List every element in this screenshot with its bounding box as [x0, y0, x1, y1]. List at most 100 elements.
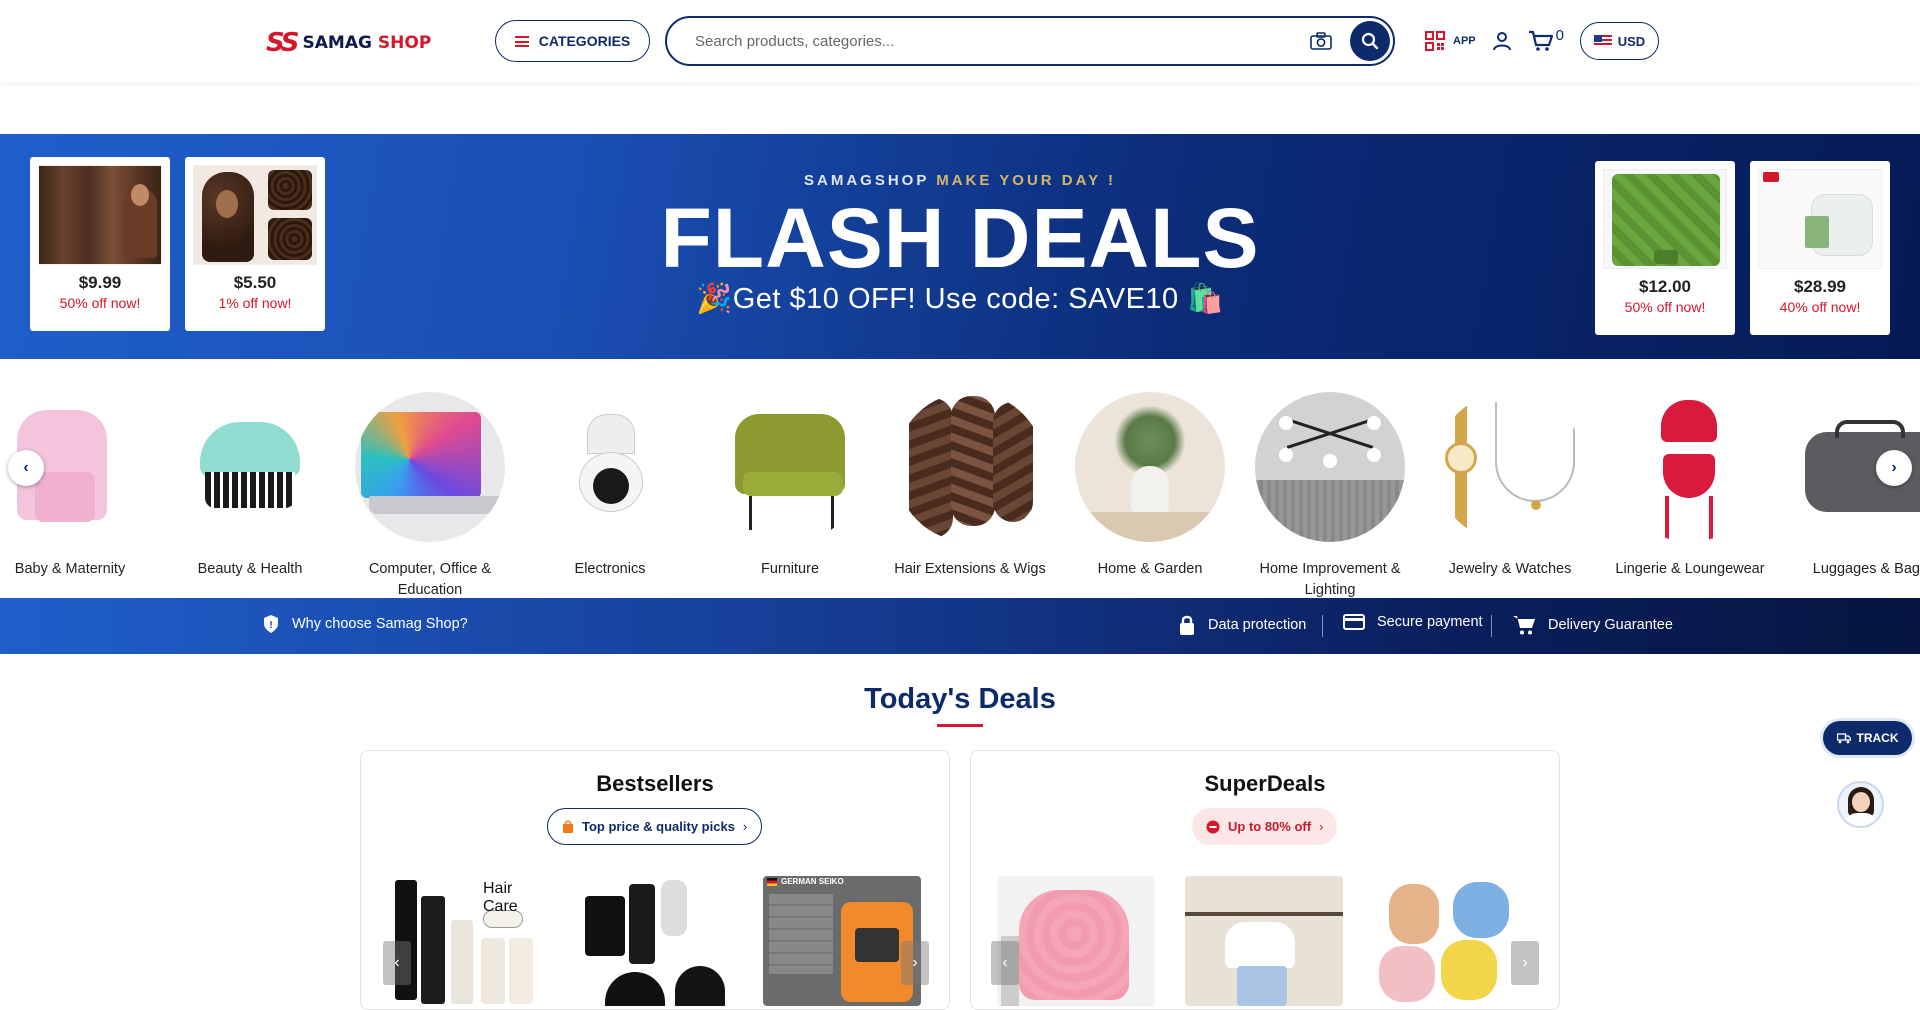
- chevron-left-icon: ‹: [23, 459, 29, 476]
- hair-care-products-image: Hair Care: [387, 876, 545, 1006]
- why-choose-link[interactable]: ! Why choose Samag Shop?: [262, 614, 468, 634]
- category-name: Beauty & Health: [197, 561, 303, 577]
- product-thumb[interactable]: [997, 876, 1155, 1006]
- panel-title: SuperDeals: [1204, 771, 1326, 796]
- pill-label: Up to 80% off: [1228, 819, 1312, 834]
- category-item[interactable]: Beauty & Health: [165, 392, 335, 580]
- delivery-guarantee-label: Delivery Guarantee: [1548, 617, 1673, 633]
- secure-payment-label: Secure payment: [1377, 614, 1483, 630]
- jewelry-image: [1435, 392, 1585, 542]
- thumb-next-button[interactable]: ›: [901, 941, 929, 985]
- chevron-left-icon: ‹: [1002, 954, 1008, 971]
- product-thumb[interactable]: [1373, 876, 1531, 1006]
- deal-discount: 50% off now!: [59, 295, 141, 311]
- product-thumb[interactable]: [1185, 876, 1343, 1006]
- shopping-cart-icon: [1513, 616, 1535, 635]
- shaver-badge: GERMAN SEIKO: [781, 877, 844, 886]
- site-header: SS SAMAG SHOP CATEGORIES Search products…: [0, 0, 1920, 82]
- hair-bundle-image: [38, 165, 162, 265]
- category-item[interactable]: Furniture: [705, 392, 875, 580]
- title-underline: [937, 724, 983, 727]
- plush-toys-image: [1373, 876, 1531, 1006]
- secure-payment-item[interactable]: Secure payment: [1343, 614, 1483, 630]
- deal-price: $5.50: [233, 273, 277, 292]
- us-flag-icon: [1593, 35, 1612, 47]
- flash-deal-card[interactable]: $9.99 50% off now!: [30, 157, 170, 331]
- category-item[interactable]: Home Improvement & Lighting: [1245, 392, 1415, 601]
- section-title: Today's Deals: [864, 683, 1056, 715]
- category-name: Jewelry & Watches: [1448, 561, 1572, 577]
- agent-shirt: [1845, 813, 1877, 826]
- logo-mark: SS: [266, 28, 299, 58]
- deal-discount: 50% off now!: [1624, 299, 1706, 315]
- laptop-image: [355, 392, 505, 542]
- chandelier-image: [1255, 392, 1405, 542]
- lingerie-image: [1615, 392, 1765, 542]
- category-item[interactable]: Hair Extensions & Wigs: [885, 392, 1055, 580]
- carousel-next-button[interactable]: ›: [1876, 450, 1912, 486]
- shield-icon: !: [264, 615, 278, 633]
- shaver-image: GERMAN SEIKO: [763, 876, 921, 1006]
- track-order-button[interactable]: TRACK: [1823, 721, 1912, 755]
- category-name: Luggages & Bags: [1812, 561, 1920, 577]
- category-item[interactable]: Home & Garden: [1065, 392, 1235, 580]
- menu-icon: [514, 35, 529, 47]
- kicker-tagline: MAKE YOUR DAY !: [936, 172, 1116, 189]
- deal-price: $12.00: [1639, 277, 1691, 296]
- chevron-right-icon: ›: [912, 954, 918, 971]
- thumb-prev-button[interactable]: ‹: [383, 941, 411, 985]
- qr-code-icon: [1425, 31, 1445, 51]
- currency-selector[interactable]: USD: [1579, 22, 1659, 60]
- wavy-hair-image: [895, 392, 1045, 542]
- divider: [1491, 615, 1492, 637]
- category-item[interactable]: Electronics: [525, 392, 695, 580]
- deal-discount: 1% off now!: [218, 295, 292, 311]
- beauty-health-image: [175, 392, 325, 542]
- logo-word-1: SAMAG: [302, 33, 372, 53]
- product-thumb[interactable]: Hair Care: [387, 876, 545, 1006]
- category-item[interactable]: Baby & Maternity: [0, 392, 155, 580]
- product-thumb[interactable]: GERMAN SEIKO: [763, 876, 921, 1006]
- category-carousel: Baby & Maternity Beauty & Health Compute…: [0, 390, 1920, 598]
- category-item[interactable]: Lingerie & Loungewear: [1605, 392, 1775, 580]
- app-link[interactable]: APP: [1425, 31, 1476, 51]
- category-item[interactable]: Jewelry & Watches: [1425, 392, 1595, 580]
- deal-price: $28.99: [1794, 277, 1846, 296]
- search-button[interactable]: [1350, 21, 1390, 61]
- category-name: Furniture: [760, 561, 820, 577]
- banner-kicker: SAMAGSHOP MAKE YOUR DAY !: [560, 172, 1360, 189]
- lock-icon: [1180, 615, 1194, 635]
- product-thumb[interactable]: [575, 876, 733, 1006]
- category-item[interactable]: Computer, Office & Education: [345, 392, 515, 601]
- flash-deal-card[interactable]: $12.00 50% off now!: [1595, 161, 1735, 335]
- site-logo[interactable]: SS SAMAG SHOP: [266, 28, 431, 58]
- thumb-next-button[interactable]: ›: [1511, 941, 1539, 985]
- flash-deal-card[interactable]: $28.99 40% off now!: [1750, 161, 1890, 335]
- flash-deal-card[interactable]: $5.50 1% off now!: [185, 157, 325, 331]
- chevron-right-icon: ›: [1891, 459, 1897, 476]
- thumb-prev-button[interactable]: ‹: [991, 941, 1019, 985]
- data-protection-label: Data protection: [1208, 617, 1307, 633]
- camera-icon[interactable]: [1310, 32, 1332, 50]
- up-to-80-off-pill[interactable]: Up to 80% off ›: [1192, 808, 1338, 845]
- top-picks-pill[interactable]: Top price & quality picks ›: [547, 808, 763, 845]
- flash-deals-banner[interactable]: $9.99 50% off now! $5.50 1% off now! SAM…: [0, 134, 1920, 359]
- chevron-left-icon: ‹: [394, 954, 400, 971]
- category-name: Hair Extensions & Wigs: [894, 561, 1046, 577]
- support-agent-avatar[interactable]: [1837, 781, 1884, 828]
- based-product-set-image: [575, 876, 733, 1006]
- why-choose-label: Why choose Samag Shop?: [292, 616, 468, 632]
- data-protection-item[interactable]: Data protection: [1178, 614, 1306, 636]
- carousel-prev-button[interactable]: ‹: [8, 450, 44, 486]
- track-label: TRACK: [1856, 731, 1899, 745]
- promo-code-text: 🎉Get $10 OFF! Use code: SAVE10 🛍️: [696, 283, 1224, 315]
- delivery-guarantee-item[interactable]: Delivery Guarantee: [1512, 614, 1673, 636]
- categories-button[interactable]: CATEGORIES: [495, 20, 650, 62]
- banner-headline: FLASH DEALS: [660, 191, 1260, 285]
- svg-text:!: !: [269, 620, 272, 631]
- category-item[interactable]: Luggages & Bags: [1785, 392, 1920, 580]
- search-input[interactable]: [695, 32, 1310, 50]
- curly-hair-image: [193, 165, 317, 265]
- cart-button[interactable]: 0: [1528, 27, 1564, 52]
- account-icon[interactable]: [1492, 31, 1512, 51]
